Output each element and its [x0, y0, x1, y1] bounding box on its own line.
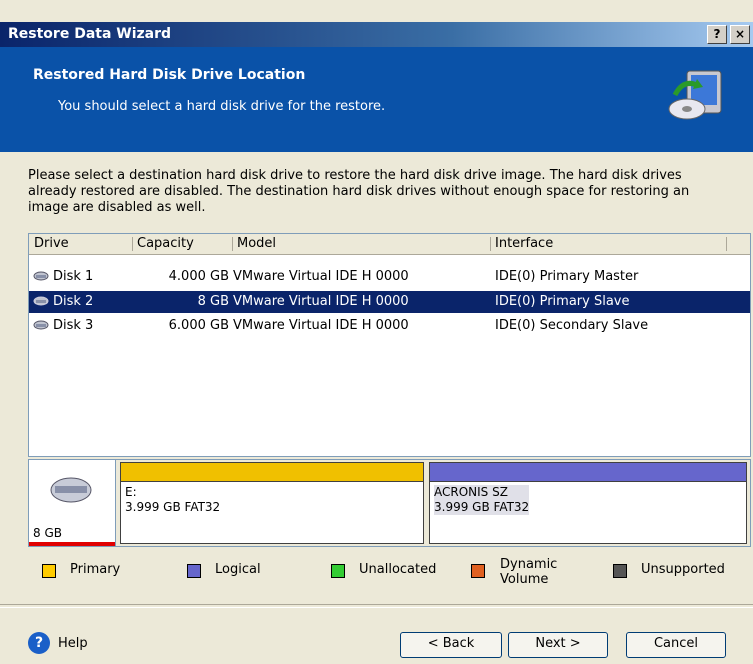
- partition-color-bar: [121, 463, 423, 482]
- drive-interface: IDE(0) Primary Slave: [495, 294, 630, 309]
- next-button[interactable]: Next >: [508, 632, 608, 658]
- drive-name: Disk 2: [53, 294, 94, 309]
- drive-list[interactable]: Drive Capacity Model Interface Disk 1 4.…: [28, 233, 751, 457]
- help-icon[interactable]: ?: [28, 632, 50, 654]
- drive-row-disk-3[interactable]: Disk 3 6.000 GB VMware Virtual IDE H 000…: [29, 315, 750, 337]
- drive-list-header: Drive Capacity Model Interface: [29, 234, 750, 255]
- drive-interface: IDE(0) Primary Master: [495, 269, 639, 284]
- hard-disk-icon: [33, 320, 49, 330]
- drive-model: VMware Virtual IDE H 0000: [233, 269, 409, 284]
- step-subtitle: You should select a hard disk drive for …: [58, 99, 386, 114]
- partition-e[interactable]: E: 3.999 GB FAT32: [120, 462, 424, 544]
- title-bar[interactable]: Restore Data Wizard ? ×: [0, 22, 753, 47]
- drive-model: VMware Virtual IDE H 0000: [233, 318, 409, 333]
- back-button[interactable]: < Back: [400, 632, 502, 658]
- disk-map-drive[interactable]: 8 GB: [29, 460, 116, 546]
- hard-disk-icon: [33, 271, 49, 281]
- divider: [0, 604, 753, 608]
- unallocated-swatch: [331, 564, 345, 578]
- drive-name: Disk 1: [53, 269, 94, 284]
- drive-capacity: 4.000 GB: [168, 269, 229, 284]
- legend-unsupported: Unsupported: [641, 562, 725, 577]
- cancel-button[interactable]: Cancel: [626, 632, 726, 658]
- help-link[interactable]: Help: [58, 636, 88, 651]
- partition-info: 3.999 GB FAT32: [125, 500, 221, 514]
- disk-usage-bar: [29, 542, 115, 546]
- instructions-text: Please select a destination hard disk dr…: [28, 168, 690, 215]
- legend-logical: Logical: [215, 562, 261, 577]
- disk-size: 8 GB: [33, 526, 62, 540]
- wizard-header: Restored Hard Disk Drive Location You sh…: [0, 47, 753, 152]
- restore-disk-icon: [668, 70, 722, 120]
- drive-row-disk-1[interactable]: Disk 1 4.000 GB VMware Virtual IDE H 000…: [29, 266, 750, 288]
- primary-swatch: [42, 564, 56, 578]
- unsupported-swatch: [613, 564, 627, 578]
- drive-row-disk-2[interactable]: Disk 2 8 GB VMware Virtual IDE H 0000 ID…: [29, 291, 750, 313]
- hard-disk-icon: [50, 477, 92, 503]
- column-drive[interactable]: Drive: [34, 236, 69, 251]
- column-capacity[interactable]: Capacity: [137, 236, 194, 251]
- hard-disk-icon: [33, 296, 49, 306]
- partition-label: E:: [125, 485, 137, 499]
- restore-wizard-window: Restore Data Wizard ? × Restored Hard Di…: [0, 0, 753, 664]
- partition-color-bar: [430, 463, 746, 482]
- legend-unallocated: Unallocated: [359, 562, 437, 577]
- window-title: Restore Data Wizard: [8, 26, 172, 42]
- partition-info: 3.999 GB FAT32: [434, 500, 530, 514]
- column-interface[interactable]: Interface: [495, 236, 553, 251]
- close-button[interactable]: ×: [730, 25, 750, 44]
- step-title: Restored Hard Disk Drive Location: [33, 67, 306, 83]
- drive-capacity: 6.000 GB: [168, 318, 229, 333]
- drive-interface: IDE(0) Secondary Slave: [495, 318, 649, 333]
- drive-name: Disk 3: [53, 318, 94, 333]
- help-question-button[interactable]: ?: [707, 25, 727, 44]
- disk-map: 8 GB E: 3.999 GB FAT32 ACRONIS SZ 3.999 …: [28, 459, 751, 547]
- column-model[interactable]: Model: [237, 236, 276, 251]
- legend-primary: Primary: [70, 562, 121, 577]
- partition-acronis-sz[interactable]: ACRONIS SZ 3.999 GB FAT32: [429, 462, 747, 544]
- drive-capacity: 8 GB: [197, 294, 229, 309]
- logical-swatch: [187, 564, 201, 578]
- dynamic-volume-swatch: [471, 564, 485, 578]
- legend-dynamic-volume: Dynamic Volume: [500, 557, 558, 587]
- partition-label: ACRONIS SZ: [434, 485, 508, 499]
- drive-model: VMware Virtual IDE H 0000: [233, 294, 409, 309]
